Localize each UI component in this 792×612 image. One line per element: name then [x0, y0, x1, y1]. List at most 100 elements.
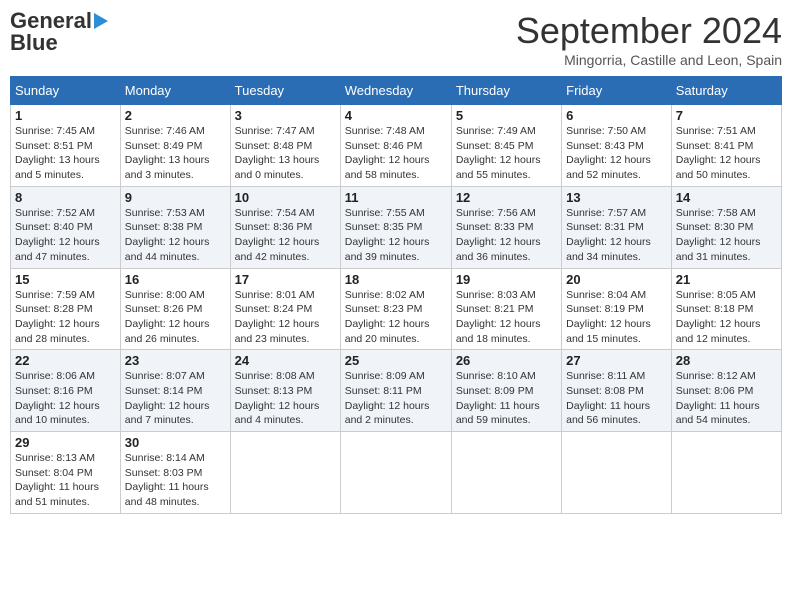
day-info: Sunrise: 8:04 AM Sunset: 8:19 PM Dayligh… — [566, 288, 667, 347]
day-info: Sunrise: 8:12 AM Sunset: 8:06 PM Dayligh… — [676, 369, 777, 428]
day-number: 18 — [345, 272, 447, 287]
page-header: General Blue September 2024 Mingorria, C… — [10, 10, 782, 68]
day-info: Sunrise: 7:55 AM Sunset: 8:35 PM Dayligh… — [345, 206, 447, 265]
day-number: 21 — [676, 272, 777, 287]
calendar-cell — [230, 432, 340, 514]
day-info: Sunrise: 8:14 AM Sunset: 8:03 PM Dayligh… — [125, 451, 226, 510]
day-info: Sunrise: 7:54 AM Sunset: 8:36 PM Dayligh… — [235, 206, 336, 265]
calendar-cell: 19 Sunrise: 8:03 AM Sunset: 8:21 PM Dayl… — [451, 268, 561, 350]
day-info: Sunrise: 7:50 AM Sunset: 8:43 PM Dayligh… — [566, 124, 667, 183]
day-info: Sunrise: 7:59 AM Sunset: 8:28 PM Dayligh… — [15, 288, 116, 347]
calendar-cell: 2 Sunrise: 7:46 AM Sunset: 8:49 PM Dayli… — [120, 105, 230, 187]
calendar-cell: 20 Sunrise: 8:04 AM Sunset: 8:19 PM Dayl… — [562, 268, 672, 350]
calendar-cell — [451, 432, 561, 514]
calendar-week-row: 1 Sunrise: 7:45 AM Sunset: 8:51 PM Dayli… — [11, 105, 782, 187]
day-info: Sunrise: 7:49 AM Sunset: 8:45 PM Dayligh… — [456, 124, 557, 183]
calendar-week-row: 22 Sunrise: 8:06 AM Sunset: 8:16 PM Dayl… — [11, 350, 782, 432]
calendar-cell: 12 Sunrise: 7:56 AM Sunset: 8:33 PM Dayl… — [451, 186, 561, 268]
day-info: Sunrise: 8:03 AM Sunset: 8:21 PM Dayligh… — [456, 288, 557, 347]
day-info: Sunrise: 8:05 AM Sunset: 8:18 PM Dayligh… — [676, 288, 777, 347]
calendar-day-header: Sunday — [11, 77, 121, 105]
day-number: 13 — [566, 190, 667, 205]
day-info: Sunrise: 8:08 AM Sunset: 8:13 PM Dayligh… — [235, 369, 336, 428]
calendar-cell: 24 Sunrise: 8:08 AM Sunset: 8:13 PM Dayl… — [230, 350, 340, 432]
calendar-cell: 9 Sunrise: 7:53 AM Sunset: 8:38 PM Dayli… — [120, 186, 230, 268]
calendar-cell: 28 Sunrise: 8:12 AM Sunset: 8:06 PM Dayl… — [671, 350, 781, 432]
calendar-cell — [562, 432, 672, 514]
calendar-cell: 4 Sunrise: 7:48 AM Sunset: 8:46 PM Dayli… — [340, 105, 451, 187]
day-number: 8 — [15, 190, 116, 205]
day-number: 1 — [15, 108, 116, 123]
calendar-cell: 27 Sunrise: 8:11 AM Sunset: 8:08 PM Dayl… — [562, 350, 672, 432]
day-info: Sunrise: 7:53 AM Sunset: 8:38 PM Dayligh… — [125, 206, 226, 265]
calendar-cell: 18 Sunrise: 8:02 AM Sunset: 8:23 PM Dayl… — [340, 268, 451, 350]
day-number: 19 — [456, 272, 557, 287]
day-number: 9 — [125, 190, 226, 205]
day-number: 24 — [235, 353, 336, 368]
calendar-cell: 21 Sunrise: 8:05 AM Sunset: 8:18 PM Dayl… — [671, 268, 781, 350]
day-number: 16 — [125, 272, 226, 287]
day-number: 26 — [456, 353, 557, 368]
day-number: 23 — [125, 353, 226, 368]
calendar-week-row: 15 Sunrise: 7:59 AM Sunset: 8:28 PM Dayl… — [11, 268, 782, 350]
calendar-cell: 10 Sunrise: 7:54 AM Sunset: 8:36 PM Dayl… — [230, 186, 340, 268]
day-info: Sunrise: 7:46 AM Sunset: 8:49 PM Dayligh… — [125, 124, 226, 183]
day-number: 2 — [125, 108, 226, 123]
day-info: Sunrise: 8:00 AM Sunset: 8:26 PM Dayligh… — [125, 288, 226, 347]
logo-general: General — [10, 10, 92, 32]
day-number: 12 — [456, 190, 557, 205]
calendar-cell: 15 Sunrise: 7:59 AM Sunset: 8:28 PM Dayl… — [11, 268, 121, 350]
calendar-cell: 16 Sunrise: 8:00 AM Sunset: 8:26 PM Dayl… — [120, 268, 230, 350]
day-number: 22 — [15, 353, 116, 368]
calendar-cell: 5 Sunrise: 7:49 AM Sunset: 8:45 PM Dayli… — [451, 105, 561, 187]
calendar-cell: 29 Sunrise: 8:13 AM Sunset: 8:04 PM Dayl… — [11, 432, 121, 514]
calendar-cell — [340, 432, 451, 514]
day-number: 7 — [676, 108, 777, 123]
calendar-day-header: Wednesday — [340, 77, 451, 105]
day-number: 11 — [345, 190, 447, 205]
calendar-cell: 30 Sunrise: 8:14 AM Sunset: 8:03 PM Dayl… — [120, 432, 230, 514]
calendar-day-header: Friday — [562, 77, 672, 105]
day-number: 17 — [235, 272, 336, 287]
day-info: Sunrise: 7:57 AM Sunset: 8:31 PM Dayligh… — [566, 206, 667, 265]
day-info: Sunrise: 7:52 AM Sunset: 8:40 PM Dayligh… — [15, 206, 116, 265]
calendar-cell: 26 Sunrise: 8:10 AM Sunset: 8:09 PM Dayl… — [451, 350, 561, 432]
calendar-cell: 13 Sunrise: 7:57 AM Sunset: 8:31 PM Dayl… — [562, 186, 672, 268]
day-number: 14 — [676, 190, 777, 205]
calendar-cell: 8 Sunrise: 7:52 AM Sunset: 8:40 PM Dayli… — [11, 186, 121, 268]
calendar-cell: 7 Sunrise: 7:51 AM Sunset: 8:41 PM Dayli… — [671, 105, 781, 187]
calendar-cell: 22 Sunrise: 8:06 AM Sunset: 8:16 PM Dayl… — [11, 350, 121, 432]
day-info: Sunrise: 8:06 AM Sunset: 8:16 PM Dayligh… — [15, 369, 116, 428]
day-number: 29 — [15, 435, 116, 450]
location: Mingorria, Castille and Leon, Spain — [516, 52, 782, 68]
calendar-cell: 14 Sunrise: 7:58 AM Sunset: 8:30 PM Dayl… — [671, 186, 781, 268]
calendar-cell: 1 Sunrise: 7:45 AM Sunset: 8:51 PM Dayli… — [11, 105, 121, 187]
calendar-cell: 23 Sunrise: 8:07 AM Sunset: 8:14 PM Dayl… — [120, 350, 230, 432]
logo-arrow-icon — [94, 13, 108, 29]
day-number: 10 — [235, 190, 336, 205]
day-number: 27 — [566, 353, 667, 368]
day-info: Sunrise: 8:02 AM Sunset: 8:23 PM Dayligh… — [345, 288, 447, 347]
logo: General Blue — [10, 10, 108, 54]
day-number: 4 — [345, 108, 447, 123]
day-number: 25 — [345, 353, 447, 368]
calendar-day-header: Thursday — [451, 77, 561, 105]
day-info: Sunrise: 7:48 AM Sunset: 8:46 PM Dayligh… — [345, 124, 447, 183]
day-number: 3 — [235, 108, 336, 123]
calendar-week-row: 8 Sunrise: 7:52 AM Sunset: 8:40 PM Dayli… — [11, 186, 782, 268]
day-info: Sunrise: 8:10 AM Sunset: 8:09 PM Dayligh… — [456, 369, 557, 428]
day-info: Sunrise: 7:47 AM Sunset: 8:48 PM Dayligh… — [235, 124, 336, 183]
calendar-cell: 3 Sunrise: 7:47 AM Sunset: 8:48 PM Dayli… — [230, 105, 340, 187]
day-number: 20 — [566, 272, 667, 287]
day-info: Sunrise: 8:09 AM Sunset: 8:11 PM Dayligh… — [345, 369, 447, 428]
day-number: 30 — [125, 435, 226, 450]
day-number: 5 — [456, 108, 557, 123]
calendar-cell: 17 Sunrise: 8:01 AM Sunset: 8:24 PM Dayl… — [230, 268, 340, 350]
day-info: Sunrise: 8:07 AM Sunset: 8:14 PM Dayligh… — [125, 369, 226, 428]
day-info: Sunrise: 7:51 AM Sunset: 8:41 PM Dayligh… — [676, 124, 777, 183]
calendar-header-row: SundayMondayTuesdayWednesdayThursdayFrid… — [11, 77, 782, 105]
month-title: September 2024 — [516, 10, 782, 52]
day-info: Sunrise: 8:11 AM Sunset: 8:08 PM Dayligh… — [566, 369, 667, 428]
calendar-day-header: Saturday — [671, 77, 781, 105]
day-info: Sunrise: 8:13 AM Sunset: 8:04 PM Dayligh… — [15, 451, 116, 510]
